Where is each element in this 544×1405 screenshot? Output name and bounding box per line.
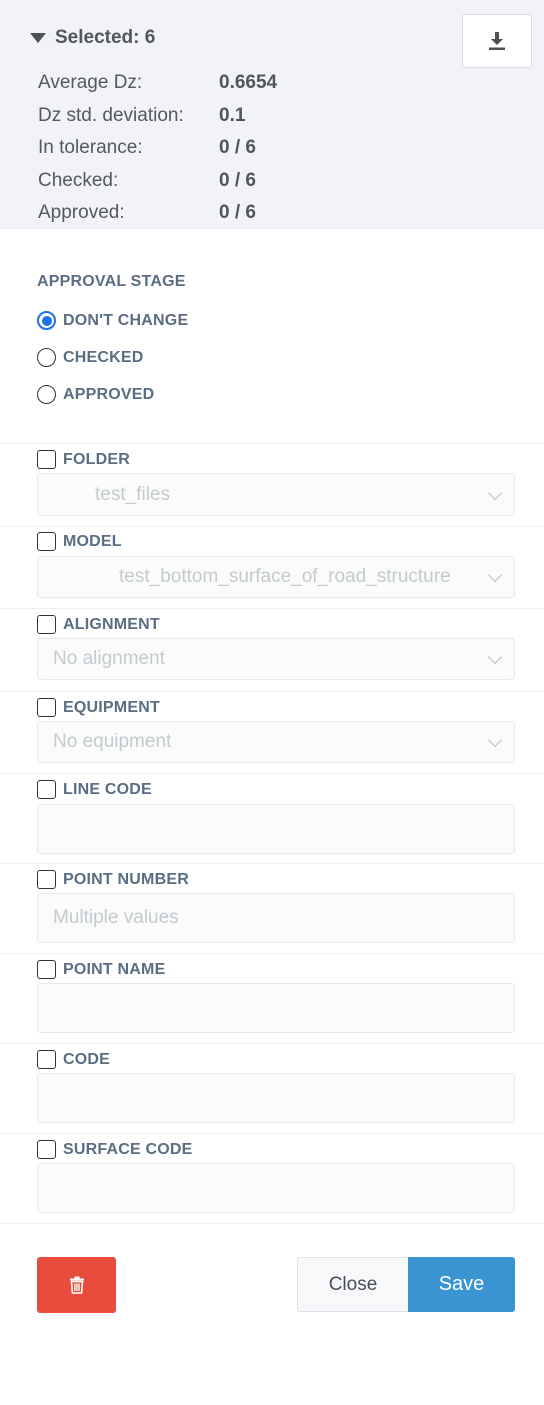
folder-checkbox[interactable] [37, 450, 56, 469]
line-code-label: LINE CODE [63, 780, 152, 798]
download-button[interactable] [462, 14, 532, 68]
divider [0, 1133, 544, 1134]
approval-stage-title: APPROVAL STAGE [37, 273, 186, 290]
point-name-checkbox[interactable] [37, 960, 56, 979]
point-number-placeholder: Multiple values [53, 907, 179, 928]
divider [0, 526, 544, 527]
code-input[interactable] [37, 1073, 515, 1123]
surface-code-label: SURFACE CODE [63, 1140, 193, 1158]
stat-row: Approved: 0 / 6 [38, 197, 277, 230]
folder-label: FOLDER [63, 450, 130, 468]
selection-title: Selected: 6 [55, 27, 156, 48]
divider [0, 691, 544, 692]
chevron-down-icon [487, 649, 503, 665]
radio-button[interactable] [37, 311, 56, 330]
stat-row: Checked: 0 / 6 [38, 165, 277, 198]
alignment-label: ALIGNMENT [63, 615, 160, 633]
caret-down-icon [30, 33, 46, 43]
equipment-label: EQUIPMENT [63, 698, 160, 716]
stat-label: Average Dz: [38, 72, 143, 94]
code-field-label[interactable]: CODE [37, 1050, 110, 1069]
point-number-input[interactable]: Multiple values [37, 893, 515, 943]
stat-label: Dz std. deviation: [38, 104, 184, 126]
radio-button[interactable] [37, 385, 56, 404]
alignment-value: No alignment [53, 648, 165, 669]
selection-summary: Selected: 6 Average Dz: 0.6654 Dz std. d… [0, 0, 544, 229]
model-value: test_bottom_surface_of_road_structure [119, 566, 451, 587]
stat-value: 0.1 [219, 104, 246, 126]
download-icon [489, 32, 505, 50]
model-field-label[interactable]: MODEL [37, 532, 122, 551]
code-label: CODE [63, 1050, 111, 1068]
divider [0, 443, 544, 444]
stat-label: Approved: [38, 202, 125, 224]
surface-code-input[interactable] [37, 1163, 515, 1213]
alignment-checkbox[interactable] [37, 615, 56, 634]
alignment-select[interactable]: No alignment [37, 638, 515, 680]
surface-code-checkbox[interactable] [37, 1140, 56, 1159]
divider [0, 953, 544, 954]
close-button[interactable]: Close [297, 1257, 409, 1312]
radio-label: DON'T CHANGE [63, 311, 189, 329]
equipment-checkbox[interactable] [37, 698, 56, 717]
chevron-down-icon [487, 567, 503, 583]
model-label: MODEL [63, 532, 122, 550]
point-number-label: POINT NUMBER [63, 870, 189, 888]
stat-value: 0 / 6 [219, 137, 256, 159]
line-code-checkbox[interactable] [37, 780, 56, 799]
stat-value: 0 / 6 [219, 202, 256, 224]
stat-value: 0 / 6 [219, 169, 256, 191]
stat-row: Dz std. deviation: 0.1 [38, 100, 277, 133]
point-name-field-label[interactable]: POINT NAME [37, 960, 165, 979]
radio-dont-change[interactable]: DON'T CHANGE [37, 311, 188, 330]
radio-label: CHECKED [63, 348, 144, 366]
point-name-label: POINT NAME [63, 960, 166, 978]
divider [0, 1223, 544, 1224]
surface-code-field-label[interactable]: SURFACE CODE [37, 1140, 193, 1159]
model-checkbox[interactable] [37, 532, 56, 551]
model-select[interactable]: test_bottom_surface_of_road_structure [37, 556, 515, 598]
delete-button[interactable] [37, 1257, 116, 1313]
chevron-down-icon [487, 485, 503, 500]
stat-row: In tolerance: 0 / 6 [38, 132, 277, 165]
radio-approved[interactable]: APPROVED [37, 385, 154, 404]
stat-label: In tolerance: [38, 137, 143, 159]
point-name-input[interactable] [37, 983, 515, 1033]
line-code-input[interactable] [37, 804, 515, 854]
chevron-down-icon [487, 732, 503, 748]
radio-button[interactable] [37, 348, 56, 367]
radio-label: APPROVED [63, 385, 155, 403]
divider [0, 1043, 544, 1044]
summary-stats: Average Dz: 0.6654 Dz std. deviation: 0.… [38, 67, 277, 230]
equipment-value: No equipment [53, 731, 172, 752]
radio-checked[interactable]: CHECKED [37, 348, 144, 367]
point-number-checkbox[interactable] [37, 870, 56, 889]
folder-field-label[interactable]: FOLDER [37, 450, 130, 469]
divider [0, 608, 544, 609]
divider [0, 863, 544, 864]
folder-select[interactable]: test_files [37, 473, 515, 516]
folder-value: test_files [95, 483, 170, 505]
divider [0, 773, 544, 774]
alignment-field-label[interactable]: ALIGNMENT [37, 615, 160, 634]
line-code-field-label[interactable]: LINE CODE [37, 780, 152, 799]
stat-label: Checked: [38, 169, 119, 191]
equipment-select[interactable]: No equipment [37, 721, 515, 763]
point-number-field-label[interactable]: POINT NUMBER [37, 870, 189, 889]
stat-value: 0.6654 [219, 72, 278, 94]
equipment-field-label[interactable]: EQUIPMENT [37, 698, 160, 717]
trash-icon [69, 1276, 84, 1294]
code-checkbox[interactable] [37, 1050, 56, 1069]
save-button[interactable]: Save [408, 1257, 515, 1312]
stat-row: Average Dz: 0.6654 [38, 67, 277, 100]
selection-toggle[interactable]: Selected: 6 [30, 27, 155, 49]
